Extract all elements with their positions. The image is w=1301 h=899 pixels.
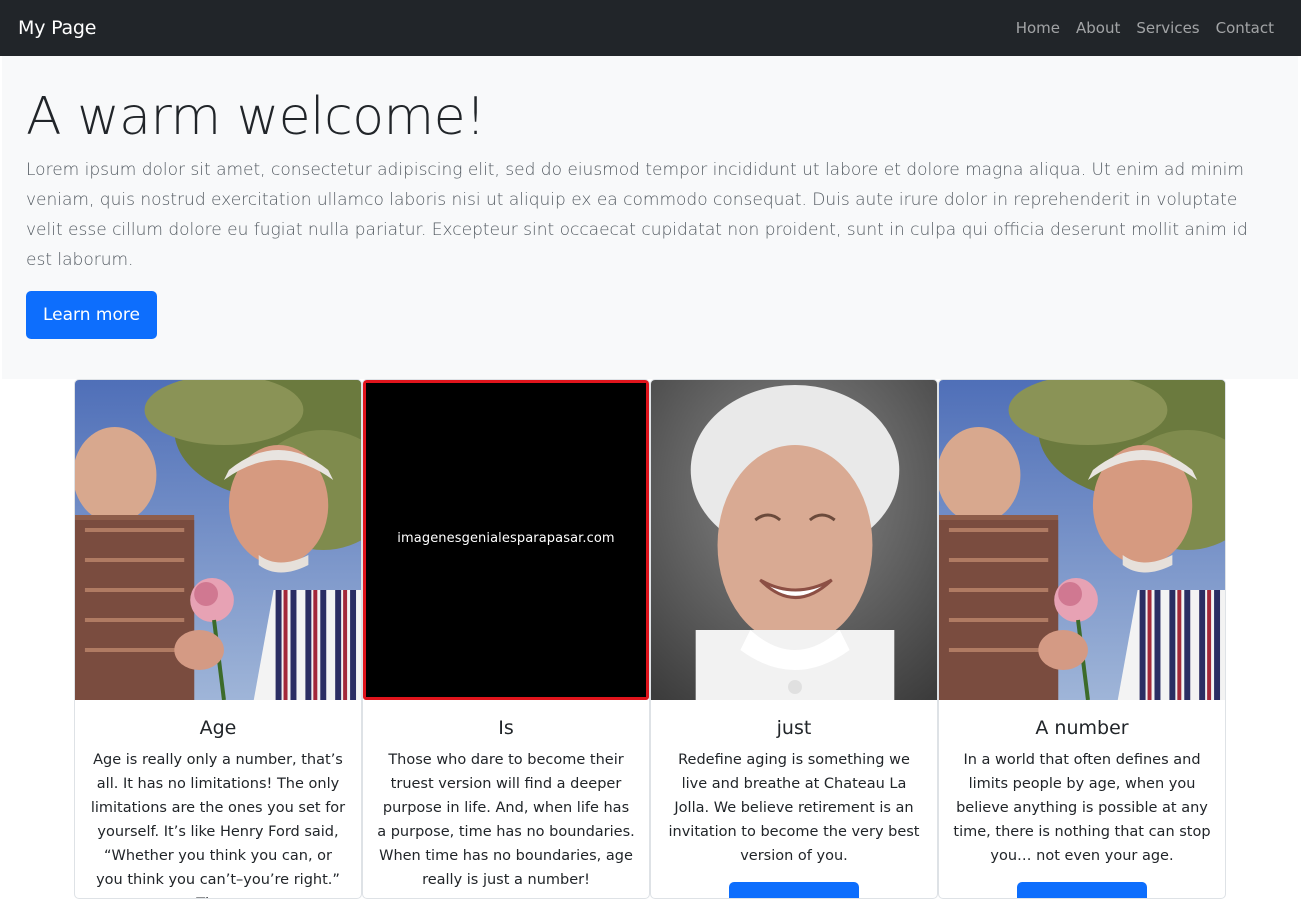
nav-links: Home About Services Contact — [1000, 19, 1283, 37]
card-image-elderly-men-with-flower — [939, 380, 1225, 700]
card-just: just Redefine aging is something we live… — [650, 379, 938, 899]
card-a-number: A number In a world that often defines a… — [938, 379, 1226, 899]
card-body: Age Age is really only a number, that’s … — [75, 700, 361, 898]
card-body: just Redefine aging is something we live… — [651, 700, 937, 898]
nav-link-contact[interactable]: Contact — [1216, 19, 1274, 37]
card-image-black: imagenesgenialesparapasar.com — [363, 380, 649, 700]
card-body: Is Those who dare to become their truest… — [363, 700, 649, 892]
nav-link-services[interactable]: Services — [1136, 19, 1199, 37]
hero-text: Lorem ipsum dolor sit amet, consectetur … — [26, 160, 1248, 271]
card-text: In a world that often defines and limits… — [953, 752, 1211, 864]
card-text: Those who dare to become their truest ve… — [377, 752, 635, 888]
card-button[interactable] — [1017, 882, 1147, 898]
card-image-smiling-elderly-woman — [651, 380, 937, 700]
card-title: Age — [199, 717, 237, 739]
image-watermark-text: imagenesgenialesparapasar.com — [397, 531, 615, 546]
card-body: A number In a world that often defines a… — [939, 700, 1225, 898]
top-navbar: My Page Home About Services Contact — [0, 0, 1301, 56]
card-button[interactable] — [729, 882, 859, 898]
card-is: imagenesgenialesparapasar.com Is Those w… — [362, 379, 650, 899]
card-title: A number — [1035, 717, 1129, 739]
hero-title: A warm welcome! — [26, 87, 486, 147]
hero-section: A warm welcome! Lorem ipsum dolor sit am… — [2, 56, 1298, 379]
card-image-elderly-men-with-flower — [75, 380, 361, 700]
learn-more-button[interactable]: Learn more — [26, 291, 157, 340]
card-title: just — [776, 717, 812, 739]
card-text: Age is really only a number, that’s all.… — [90, 752, 346, 898]
card-group: Age Age is really only a number, that’s … — [74, 379, 1226, 899]
nav-link-about[interactable]: About — [1076, 19, 1120, 37]
card-text: Redefine aging is something we live and … — [668, 752, 920, 864]
card-title: Is — [498, 717, 514, 739]
nav-link-home[interactable]: Home — [1016, 19, 1060, 37]
card-age: Age Age is really only a number, that’s … — [74, 379, 362, 899]
brand-link[interactable]: My Page — [18, 17, 96, 39]
